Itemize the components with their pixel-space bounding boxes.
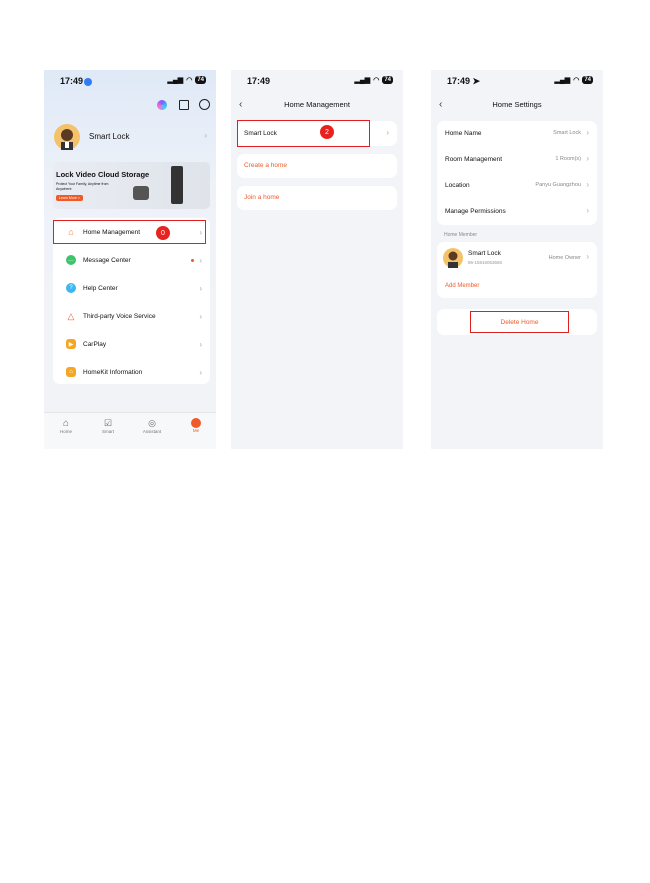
bottom-tab-bar: ⌂ Home ☑ Smart ◎ Assistant Me — [44, 412, 216, 449]
cellular-icon: ▂▄▆ — [554, 77, 571, 84]
smart-tab-icon: ☑ — [103, 418, 113, 428]
step-badge: 2 — [320, 125, 334, 139]
settings-gear-icon[interactable] — [199, 99, 210, 110]
tab-me[interactable]: Me — [186, 418, 206, 433]
cellular-icon: ▂▄▆ — [167, 77, 184, 84]
member-avatar — [443, 248, 463, 268]
member-section-title: Home Member — [444, 232, 478, 238]
help-icon: ? — [66, 283, 76, 293]
chevron-right-icon: › — [586, 154, 589, 163]
status-time: 17:49 — [247, 76, 271, 86]
member-row[interactable]: Smart Lock 86-15816053665 Home Owner › — [437, 242, 597, 274]
battery-icon: 74 — [195, 76, 206, 84]
settings-card: Home Name Smart Lock › Room Management 1… — [437, 121, 597, 225]
create-home-button[interactable]: Create a home — [237, 154, 397, 178]
me-tab-icon — [191, 418, 201, 428]
setting-location[interactable]: Location Panyu Guangzhou › — [437, 173, 597, 199]
add-member-button[interactable]: Add Member — [445, 283, 479, 289]
me-screen: 17:49 ▂▄▆ ◠ 74 Smart Lock › Lock Video Clo… — [44, 70, 216, 449]
menu-item-carplay[interactable]: ▶ CarPlay › — [53, 330, 210, 358]
location-arrow-icon: ➤ — [472, 76, 481, 86]
battery-icon: 74 — [382, 76, 393, 84]
nav-header: ‹ Home Settings — [431, 99, 603, 110]
home-settings-screen: 17:49 ➤ ▂▄▆ ◠ 74 ‹ Home Settings Home Name… — [431, 70, 603, 449]
chevron-right-icon: › — [586, 206, 589, 215]
chevron-right-icon: › — [386, 128, 389, 137]
chevron-right-icon: › — [586, 252, 589, 261]
highlight-home-management — [53, 220, 206, 244]
learn-more-button[interactable]: Learn More > — [56, 195, 83, 201]
banner-title: Lock Video Cloud Storage — [56, 170, 150, 179]
voice-icon: △ — [67, 310, 75, 321]
join-home-button[interactable]: Join a home — [237, 186, 397, 210]
chevron-right-icon: › — [199, 255, 202, 265]
member-role: Home Owner — [548, 255, 581, 261]
menu-item-message-center[interactable]: … Message Center › — [53, 246, 210, 274]
status-time: 17:49 — [60, 76, 93, 86]
tab-assistant[interactable]: ◎ Assistant — [140, 418, 164, 434]
menu-item-homekit[interactable]: ⌂ HomeKit Information › — [53, 358, 210, 386]
chevron-right-icon: › — [199, 283, 202, 293]
menu-item-help-center[interactable]: ? Help Center › — [53, 274, 210, 302]
profile-name: Smart Lock — [89, 132, 130, 141]
signal-icons: ▂▄▆ ◠ 74 — [554, 76, 593, 84]
step-badge: 0 — [156, 226, 170, 240]
cellular-icon: ▂▄▆ — [354, 77, 371, 84]
wifi-icon: ◠ — [186, 77, 193, 84]
member-phone: 86-15816053665 — [468, 260, 503, 265]
setting-room-management[interactable]: Room Management 1 Room(s) › — [437, 147, 597, 173]
unread-dot — [191, 258, 194, 262]
setting-home-name[interactable]: Home Name Smart Lock › — [437, 121, 597, 147]
setting-manage-permissions[interactable]: Manage Permissions › — [437, 199, 597, 225]
assistant-orb-icon[interactable] — [157, 100, 167, 110]
home-management-screen: 17:49 ▂▄▆ ◠ 74 ‹ Home Management Smart Loc… — [231, 70, 403, 449]
camera-device-image — [133, 186, 149, 200]
status-bar: 17:49 ➤ ▂▄▆ ◠ 74 — [431, 76, 603, 88]
chevron-right-icon: › — [204, 131, 207, 140]
lock-device-image — [171, 166, 183, 204]
highlight-home-item — [237, 120, 370, 147]
chevron-right-icon: › — [586, 180, 589, 189]
tab-smart[interactable]: ☑ Smart — [98, 418, 118, 434]
delete-home-button[interactable]: Delete Home — [470, 311, 569, 333]
home-tab-icon: ⌂ — [62, 418, 70, 429]
assistant-tab-icon: ◎ — [148, 418, 156, 428]
homekit-icon: ⌂ — [66, 367, 76, 377]
menu-item-voice-service[interactable]: △ Third-party Voice Service › — [53, 302, 210, 330]
status-bar: 17:49 ▂▄▆ ◠ 74 — [44, 76, 216, 88]
signal-icons: ▂▄▆ ◠ 74 — [167, 76, 206, 84]
profile-header[interactable]: Smart Lock › — [54, 122, 209, 152]
nav-header: ‹ Home Management — [231, 99, 403, 110]
chevron-right-icon: › — [199, 311, 202, 321]
status-time: 17:49 ➤ — [447, 76, 481, 86]
signal-icons: ▂▄▆ ◠ 74 — [354, 76, 393, 84]
chevron-right-icon: › — [199, 367, 202, 377]
wifi-icon: ◠ — [573, 77, 580, 84]
promo-banner[interactable]: Lock Video Cloud Storage Protect Your Fa… — [53, 162, 210, 209]
wifi-icon: ◠ — [373, 77, 380, 84]
carplay-icon: ▶ — [66, 339, 76, 349]
page-title: Home Settings — [492, 100, 542, 109]
avatar — [54, 124, 80, 150]
page-title: Home Management — [284, 100, 350, 109]
chevron-right-icon: › — [586, 128, 589, 137]
battery-icon: 74 — [582, 76, 593, 84]
back-chevron-icon[interactable]: ‹ — [239, 99, 242, 110]
back-chevron-icon[interactable]: ‹ — [439, 99, 442, 110]
message-icon: … — [66, 255, 76, 265]
member-name: Smart Lock — [468, 250, 501, 257]
tab-home[interactable]: ⌂ Home — [56, 418, 76, 434]
scan-icon[interactable] — [179, 100, 189, 110]
location-icon — [84, 77, 93, 86]
chevron-right-icon: › — [199, 339, 202, 349]
member-card: Smart Lock 86-15816053665 Home Owner › A… — [437, 242, 597, 298]
banner-subtitle: Protect Your Family, Anytime from Anywhe… — [56, 182, 109, 191]
status-bar: 17:49 ▂▄▆ ◠ 74 — [231, 76, 403, 88]
